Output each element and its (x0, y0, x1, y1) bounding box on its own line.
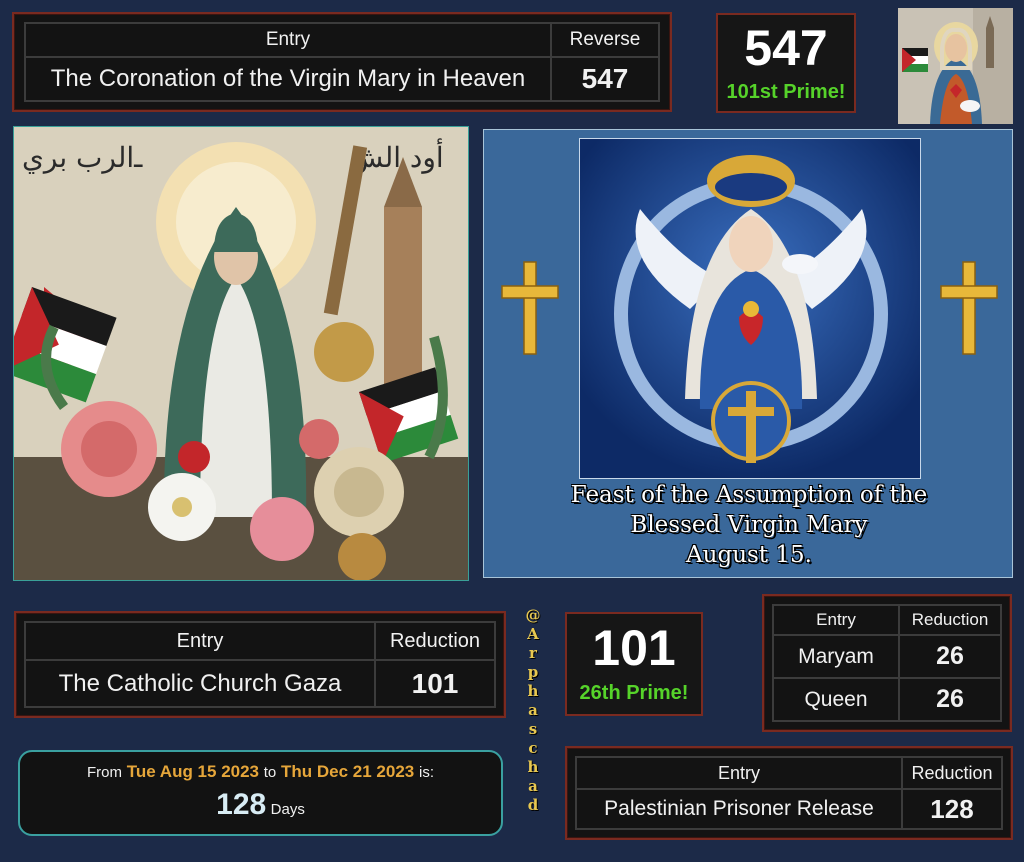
assumption-feast-panel: Feast of the Assumption of the Blessed V… (483, 129, 1013, 578)
caption-line-3: August 15. (686, 542, 812, 568)
from-word: From (87, 764, 122, 781)
reduction-header: Reduction (898, 604, 1002, 636)
day-count-line: 128 Days (20, 788, 501, 822)
caption-line-1: Feast of the Assumption of the (570, 482, 928, 508)
madonna-gaza-illustration: ـﺍﻟﺮﺏ ﺑﺮﻱ ﺃﻭﺩ ﺍﻟﺶ (13, 126, 469, 581)
entry-word: Queen (772, 677, 900, 722)
golden-cross-icon (939, 260, 999, 356)
entry-header: Entry (24, 22, 552, 58)
top-gematria-table: Entry Reverse The Coronation of the Virg… (12, 12, 672, 112)
gematria-value: 26 (898, 634, 1002, 679)
start-date: Tue Aug 15 2023 (126, 762, 260, 781)
prime-label: 101st Prime! (726, 81, 846, 103)
feast-caption: Feast of the Assumption of the Blessed V… (524, 480, 974, 570)
entry-header: Entry (575, 756, 903, 790)
entry-phrase: The Coronation of the Virgin Mary in Hea… (24, 56, 552, 102)
prime-label: 26th Prime! (579, 682, 689, 704)
bottom-gematria-table: Entry Reduction Palestinian Prisoner Rel… (565, 746, 1013, 840)
entry-header: Entry (24, 621, 376, 661)
svg-text:ـﺍﻟﺮﺏ ﺑﺮﻱ: ـﺍﻟﺮﺏ ﺑﺮﻱ (22, 141, 143, 174)
reduction-header: Reduction (374, 621, 496, 661)
prime-box-547: 547 101st Prime! (716, 13, 856, 113)
entry-phrase: The Catholic Church Gaza (24, 659, 376, 708)
gematria-value: 128 (901, 788, 1003, 830)
prime-number: 101 (592, 620, 676, 676)
right-gematria-table: Entry Reduction Maryam 26 Queen 26 (762, 594, 1012, 732)
reverse-header: Reverse (550, 22, 660, 58)
immaculate-heart-mary-image (579, 138, 921, 479)
virgin-mary-thumbnail (898, 8, 1013, 124)
golden-cross-icon (500, 260, 560, 356)
entry-phrase: Palestinian Prisoner Release (575, 788, 903, 830)
end-date: Thu Dec 21 2023 (281, 762, 415, 781)
entry-word: Maryam (772, 634, 900, 679)
day-count: 128 (216, 788, 267, 821)
date-range-line: From Tue Aug 15 2023 to Thu Dec 21 2023 … (20, 762, 501, 782)
prime-number: 547 (744, 20, 828, 76)
gematria-value: 26 (898, 677, 1002, 722)
author-handle: @Arphaschad (524, 606, 548, 826)
days-word: Days (270, 801, 305, 818)
to-word: to (263, 764, 277, 781)
gematria-value: 547 (550, 56, 660, 102)
gematria-value: 101 (374, 659, 496, 708)
date-duration-box: From Tue Aug 15 2023 to Thu Dec 21 2023 … (18, 750, 503, 836)
prime-box-101: 101 26th Prime! (565, 612, 703, 716)
reduction-header: Reduction (901, 756, 1003, 790)
is-word: is: (418, 764, 434, 781)
mid-gematria-table: Entry Reduction The Catholic Church Gaza… (14, 611, 506, 718)
entry-header: Entry (772, 604, 900, 636)
caption-line-2: Blessed Virgin Mary (630, 512, 868, 538)
handle-text: @Arphaschad (524, 606, 542, 815)
